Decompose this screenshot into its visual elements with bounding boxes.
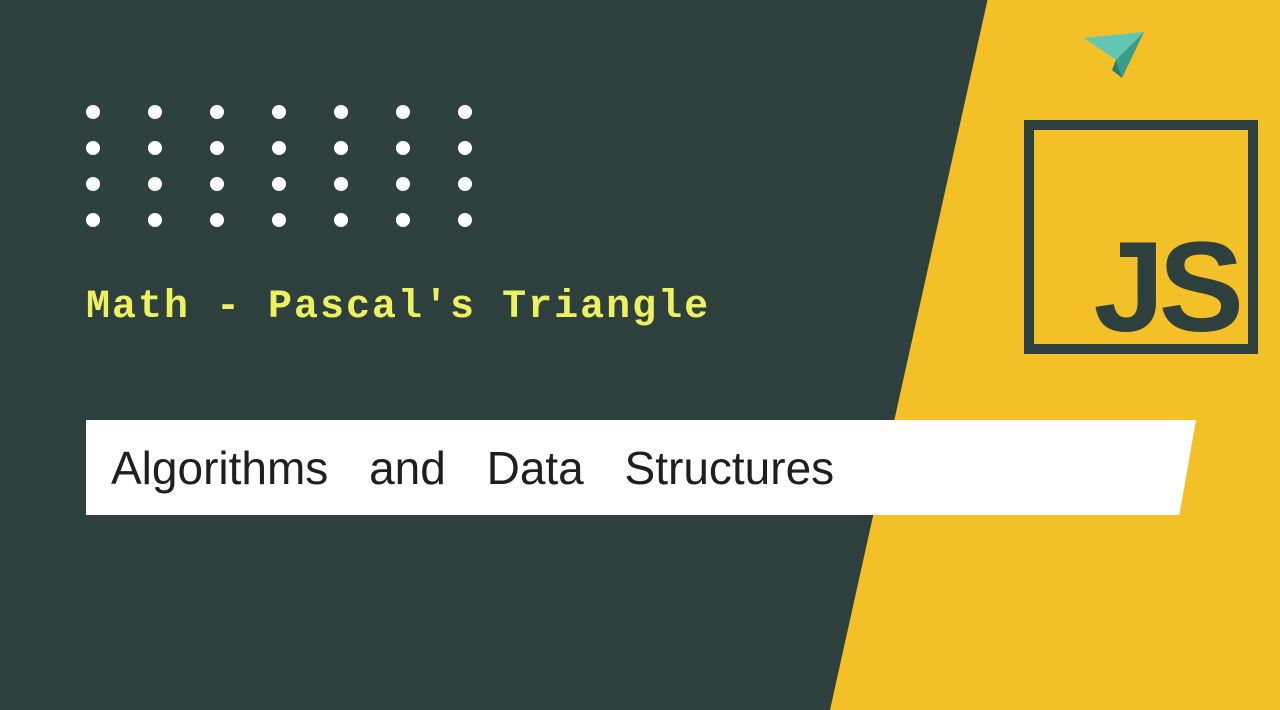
dot-icon: [458, 213, 472, 227]
dot-icon: [86, 141, 100, 155]
dot-icon: [210, 177, 224, 191]
dot-icon: [148, 177, 162, 191]
dot-icon: [334, 177, 348, 191]
title-banner: Algorithms and Data Structures: [86, 420, 1196, 515]
javascript-logo-text: JS: [1093, 224, 1238, 352]
decorative-dots-grid: [86, 105, 472, 227]
dot-icon: [396, 105, 410, 119]
dot-icon: [458, 177, 472, 191]
dot-icon: [86, 105, 100, 119]
dot-icon: [86, 213, 100, 227]
dot-icon: [210, 105, 224, 119]
dot-icon: [458, 141, 472, 155]
subtitle-text: Math - Pascal's Triangle: [86, 285, 710, 330]
dot-icon: [334, 213, 348, 227]
dot-icon: [272, 105, 286, 119]
dot-icon: [458, 105, 472, 119]
dot-icon: [396, 213, 410, 227]
dot-icon: [334, 141, 348, 155]
javascript-logo: JS: [1024, 120, 1258, 354]
dot-icon: [272, 213, 286, 227]
dot-icon: [210, 141, 224, 155]
dot-icon: [148, 105, 162, 119]
dot-icon: [148, 141, 162, 155]
dot-icon: [334, 105, 348, 119]
dot-icon: [210, 213, 224, 227]
dot-icon: [396, 177, 410, 191]
dot-icon: [148, 213, 162, 227]
dot-icon: [272, 141, 286, 155]
dot-icon: [272, 177, 286, 191]
dot-icon: [86, 177, 100, 191]
title-text: Algorithms and Data Structures: [111, 441, 834, 495]
paper-plane-icon: [1082, 30, 1146, 87]
dot-icon: [396, 141, 410, 155]
